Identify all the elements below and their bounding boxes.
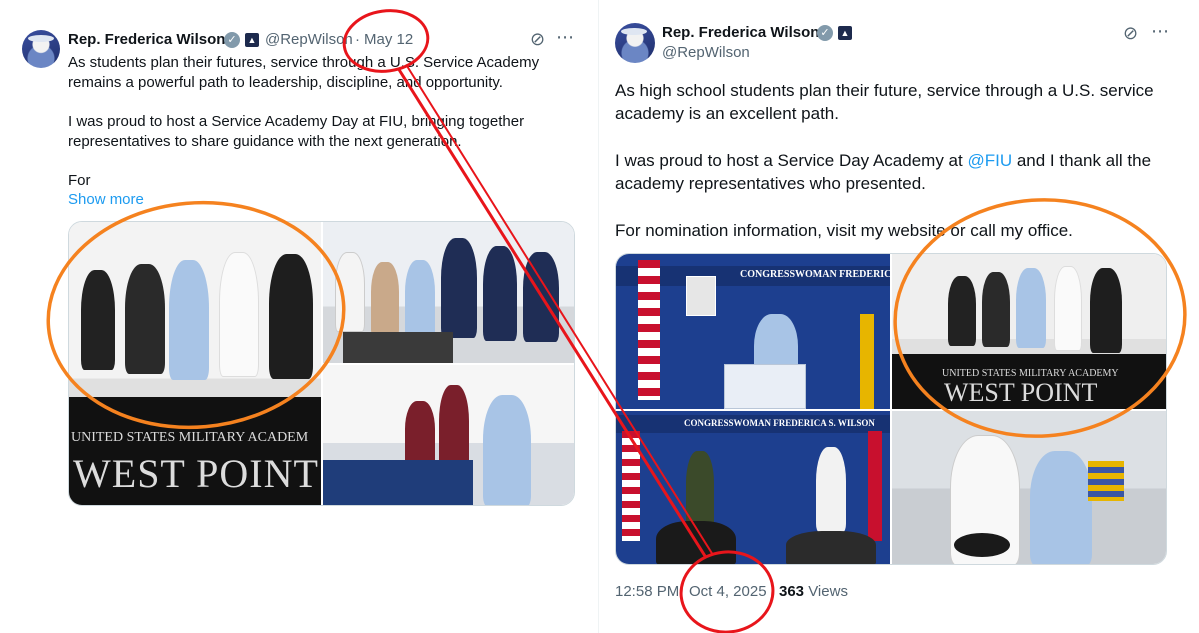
tweet-text-line: representatives to share guidance with t… [68, 133, 462, 150]
views-number: 363 [779, 583, 805, 600]
banner-text: UNITED STATES MILITARY ACADEM [71, 430, 309, 445]
tweet-text-line: remains a powerful path to leadership, d… [68, 74, 503, 91]
show-more-link[interactable]: Show more [68, 190, 144, 210]
tweet-text-line: For [68, 172, 91, 189]
tweet-text-line: As students plan their futures, service … [68, 54, 540, 71]
house-seal-icon: ▲ [838, 26, 852, 40]
left-tweet: Rep. Frederica Wilson ✓ ▲ @RepWilson · M… [0, 0, 590, 633]
more-icon[interactable]: ⋯ [1151, 22, 1169, 40]
tweet-text-line: academy representatives who presented. [615, 174, 926, 193]
banner-text: CONGRESSWOMAN FREDERICA S. WILSON [684, 418, 875, 428]
views-count[interactable]: 363 Views [779, 583, 848, 600]
separator: · [355, 31, 360, 48]
author-handle[interactable]: @RepWilson [265, 31, 353, 48]
separator: · [679, 583, 684, 600]
author-name[interactable]: Rep. Frederica Wilson [662, 24, 819, 41]
photo-group-booth[interactable] [323, 222, 574, 363]
banner-text: WEST POINT [944, 378, 1098, 407]
tweet-date[interactable]: Oct 4, 2025 [689, 583, 767, 600]
tweet-text-line: For nomination information, visit my web… [615, 221, 1073, 240]
media-grid[interactable]: CONGRESSWOMAN FREDERICA S UNITED STATES … [615, 253, 1167, 565]
avatar[interactable] [615, 23, 655, 63]
photo-audience[interactable]: CONGRESSWOMAN FREDERICA S. WILSON [616, 411, 890, 564]
verified-badge-icon: ✓ [817, 25, 833, 41]
photo-navy-officer[interactable] [892, 411, 1166, 564]
tweet-date[interactable]: May 12 [364, 31, 413, 48]
banner-text: WEST POINT [73, 451, 319, 496]
views-label: Views [808, 583, 848, 600]
tweet-text-line: As high school students plan their futur… [615, 81, 1154, 100]
media-grid[interactable]: UNITED STATES MILITARY ACADEM WEST POINT [68, 221, 575, 506]
house-seal-icon: ▲ [245, 33, 259, 47]
author-handle[interactable]: @RepWilson [662, 44, 750, 61]
tweet-text-line: I was proud to host a Service Day Academ… [615, 149, 1151, 172]
photo-group-west-point[interactable]: UNITED STATES MILITARY ACADEM WEST POINT [69, 222, 321, 505]
tweet-text-line: I was proud to host a Service Academy Da… [68, 113, 525, 130]
photo-podium-speech[interactable]: CONGRESSWOMAN FREDERICA S [616, 254, 890, 409]
grok-icon[interactable]: ⊘ [530, 30, 545, 48]
verified-badge-icon: ✓ [224, 32, 240, 48]
mention-link[interactable]: @FIU [967, 151, 1012, 170]
right-tweet: Rep. Frederica Wilson ✓ ▲ @RepWilson ⊘ ⋯… [598, 0, 1199, 633]
avatar[interactable] [22, 30, 60, 68]
author-name[interactable]: Rep. Frederica Wilson [68, 31, 225, 48]
more-icon[interactable]: ⋯ [556, 28, 574, 46]
photo-group-west-point[interactable]: UNITED STATES MILITARY ACADEMY WEST POIN… [892, 254, 1166, 409]
text-segment: and I thank all the [1012, 151, 1152, 170]
tweet-time[interactable]: 12:58 PM [615, 583, 679, 600]
banner-text: CONGRESSWOMAN FREDERICA S [740, 269, 890, 280]
photo-air-force-booth[interactable] [323, 365, 574, 505]
grok-icon[interactable]: ⊘ [1123, 24, 1138, 42]
tweet-text-line: academy is an excellent path. [615, 104, 839, 123]
text-segment: I was proud to host a Service Day Academ… [615, 151, 968, 170]
